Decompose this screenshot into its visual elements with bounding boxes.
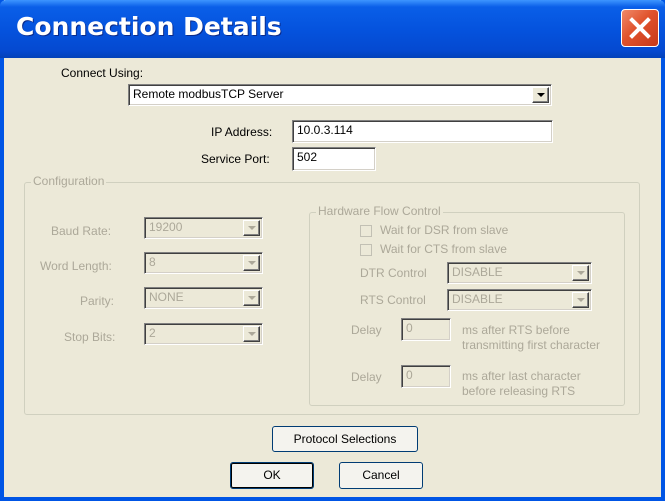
close-icon (629, 17, 651, 39)
ip-address-value: 10.0.3.114 (297, 123, 353, 137)
delay-rts-desc-line1: ms after RTS before (462, 323, 570, 337)
parity-dropdown-button[interactable] (243, 290, 260, 306)
ok-button[interactable]: OK (230, 462, 314, 489)
stop-bits-select[interactable]: 2 (144, 323, 263, 345)
baud-rate-dropdown-button[interactable] (243, 220, 260, 236)
stop-bits-label: Stop Bits: (64, 330, 116, 344)
parity-select[interactable]: NONE (144, 287, 263, 309)
delay-release-label: Delay (351, 370, 382, 384)
stop-bits-dropdown-button[interactable] (243, 326, 260, 342)
delay-release-value: 0 (406, 368, 413, 382)
word-length-label: Word Length: (40, 259, 112, 273)
configuration-group-title: Configuration (31, 174, 107, 188)
baud-rate-value: 19200 (149, 220, 183, 234)
service-port-input[interactable]: 502 (292, 147, 376, 171)
wait-cts-checkbox[interactable] (360, 244, 372, 256)
wait-dsr-checkbox[interactable] (360, 225, 372, 237)
close-button[interactable] (621, 9, 659, 47)
rts-control-label: RTS Control (360, 293, 426, 307)
word-length-select[interactable]: 8 (144, 252, 263, 274)
baud-rate-select[interactable]: 19200 (144, 217, 263, 239)
delay-release-desc-line1: ms after last character (462, 369, 581, 383)
wait-cts-label: Wait for CTS from slave (380, 242, 507, 256)
connect-using-dropdown-button[interactable] (532, 87, 549, 103)
word-length-dropdown-button[interactable] (243, 255, 260, 271)
title-bar[interactable]: Connection Details (0, 0, 665, 58)
connection-details-dialog: Connection Details Connect Using: Remote… (0, 0, 665, 501)
baud-rate-label: Baud Rate: (51, 224, 112, 238)
protocol-selections-label: Protocol Selections (293, 432, 397, 446)
chevron-down-icon (247, 261, 256, 265)
ip-address-label: IP Address: (211, 125, 273, 139)
chevron-down-icon (576, 298, 585, 302)
delay-rts-input[interactable]: 0 (401, 318, 451, 341)
cancel-button[interactable]: Cancel (339, 462, 423, 489)
ip-address-input[interactable]: 10.0.3.114 (292, 120, 553, 143)
dtr-control-label: DTR Control (360, 266, 427, 280)
ok-label: OK (263, 468, 281, 482)
wait-dsr-label: Wait for DSR from slave (380, 223, 509, 237)
chevron-down-icon (247, 332, 256, 336)
chevron-down-icon (536, 93, 545, 97)
dtr-control-value: DISABLE (452, 265, 503, 279)
word-length-value: 8 (149, 255, 156, 269)
delay-release-input[interactable]: 0 (401, 365, 451, 388)
service-port-label: Service Port: (201, 152, 270, 166)
rts-control-value: DISABLE (452, 292, 503, 306)
rts-dropdown-button[interactable] (572, 292, 589, 308)
hardware-flow-control-title: Hardware Flow Control (316, 204, 443, 218)
connect-using-select[interactable]: Remote modbusTCP Server (128, 84, 552, 106)
dtr-dropdown-button[interactable] (572, 265, 589, 281)
chevron-down-icon (247, 296, 256, 300)
protocol-selections-button[interactable]: Protocol Selections (272, 426, 418, 452)
delay-rts-desc-line2: transmitting first character (462, 338, 601, 352)
dtr-control-select[interactable]: DISABLE (447, 262, 592, 284)
stop-bits-value: 2 (149, 326, 156, 340)
chevron-down-icon (247, 226, 256, 230)
parity-label: Parity: (80, 294, 115, 308)
delay-release-desc-line2: before releasing RTS (462, 384, 576, 398)
delay-rts-value: 0 (406, 321, 413, 335)
rts-control-select[interactable]: DISABLE (447, 289, 592, 311)
delay-rts-label: Delay (351, 323, 382, 337)
connect-using-value: Remote modbusTCP Server (133, 87, 284, 101)
cancel-label: Cancel (362, 468, 400, 482)
connect-using-label: Connect Using: (61, 66, 144, 80)
parity-value: NONE (149, 290, 184, 304)
chevron-down-icon (576, 271, 585, 275)
service-port-value: 502 (297, 150, 318, 164)
window-title: Connection Details (16, 12, 282, 41)
